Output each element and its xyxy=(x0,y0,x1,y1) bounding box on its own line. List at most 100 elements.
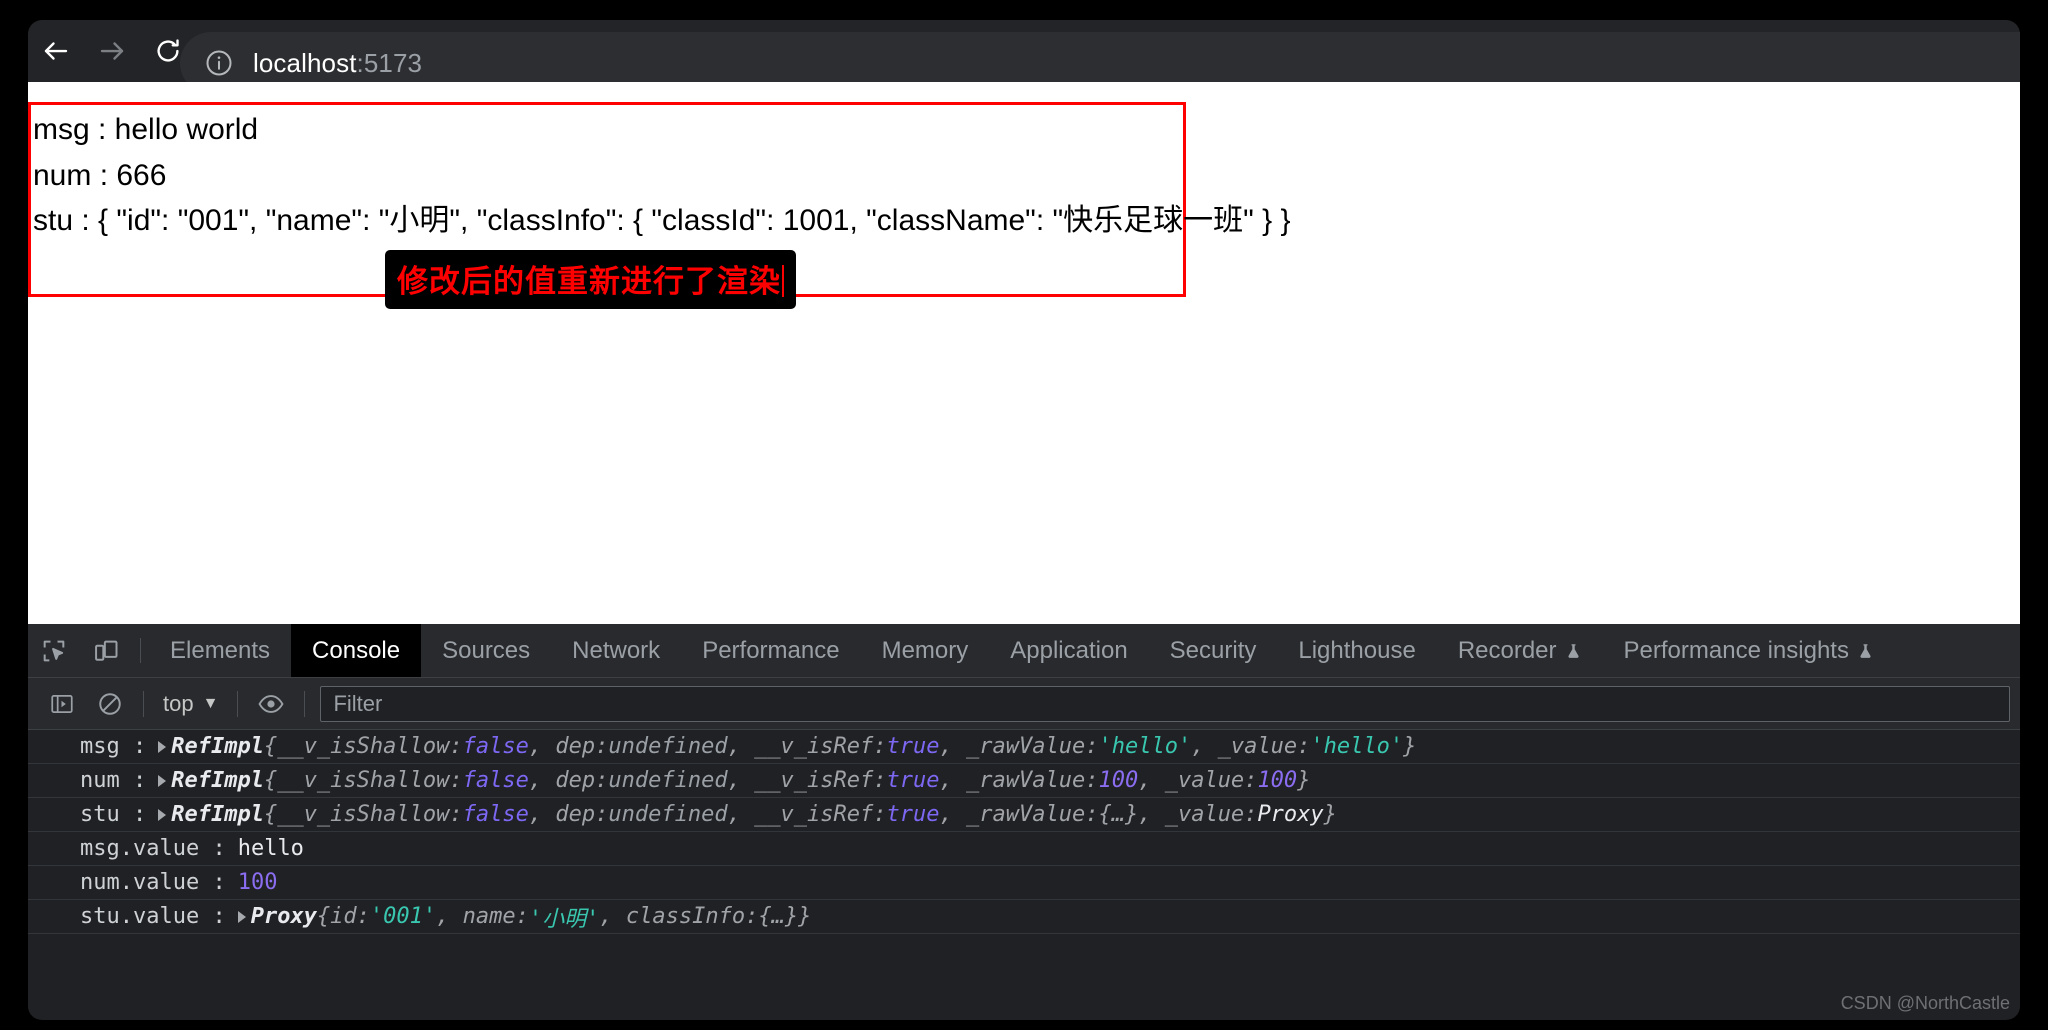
devtools-tab-list: Elements Console Sources Network Performance… xyxy=(149,624,2020,677)
console-toolbar-divider-3 xyxy=(304,690,306,717)
live-expression-button[interactable] xyxy=(247,678,295,730)
sidebar-toggle-icon xyxy=(51,694,73,713)
console-row-value: hello xyxy=(238,836,304,861)
tab-label: Console xyxy=(312,636,401,664)
console-row-label: stu.value : xyxy=(80,904,226,929)
console-toolbar: top ▼ xyxy=(28,678,2020,730)
watermark: CSDN @NorthCastle xyxy=(1840,993,2010,1013)
tab-console[interactable]: Console xyxy=(291,624,422,677)
value-token: } xyxy=(1297,768,1311,793)
console-toolbar-divider-2 xyxy=(237,690,239,717)
console-filter-input[interactable] xyxy=(320,685,2010,722)
tab-label: Memory xyxy=(881,636,969,664)
console-row-label: num : xyxy=(80,768,147,793)
tab-performance[interactable]: Performance xyxy=(681,624,860,677)
value-token: , dep: xyxy=(528,802,609,827)
back-button[interactable] xyxy=(28,23,84,79)
object-constructor-name: RefImpl xyxy=(171,768,264,793)
inspect-element-button[interactable] xyxy=(28,624,80,677)
disclosure-triangle-icon[interactable] xyxy=(158,740,167,753)
value-token: , dep: xyxy=(528,734,609,759)
console-row: stu.value : Proxy {id: '001', name: '小明',… xyxy=(28,900,2020,934)
value-token: 100 xyxy=(237,870,278,895)
tab-recorder[interactable]: Recorder xyxy=(1437,624,1603,677)
render-line-msg: msg : hello world xyxy=(33,113,259,146)
console-row-value: RefImpl {__v_isShallow: false, dep: unde… xyxy=(158,734,1416,759)
tab-lighthouse[interactable]: Lighthouse xyxy=(1277,624,1436,677)
value-token: {id: xyxy=(316,904,370,929)
tabbar-divider xyxy=(140,638,141,663)
value-token: , dep: xyxy=(528,768,609,793)
eye-icon xyxy=(258,694,284,713)
render-line-stu: stu : { "id": "001", "name": "小明", "clas… xyxy=(33,204,1291,237)
value-token: } xyxy=(798,904,812,929)
value-token: } xyxy=(1323,802,1337,827)
disclosure-triangle-icon[interactable] xyxy=(158,774,167,787)
object-constructor-name: RefImpl xyxy=(171,734,264,759)
console-row: num.value : 100 xyxy=(28,866,2020,900)
console-row: num : RefImpl {__v_isShallow: false, dep:… xyxy=(28,764,2020,798)
forward-button[interactable] xyxy=(84,23,140,79)
value-token: , __v_isRef: xyxy=(727,768,887,793)
address-bar-url: localhost:5173 xyxy=(253,48,422,79)
value-token: 'hello' xyxy=(1310,734,1404,759)
console-message-list: msg : RefImpl {__v_isShallow: false, dep:… xyxy=(28,730,2020,1019)
forward-arrow-icon xyxy=(100,42,124,60)
disclosure-triangle-icon[interactable] xyxy=(237,910,246,923)
value-token: {__v_isShallow: xyxy=(263,802,463,827)
tab-sources[interactable]: Sources xyxy=(421,624,551,677)
value-token: {__v_isShallow: xyxy=(263,734,463,759)
device-toolbar-button[interactable] xyxy=(80,624,132,677)
console-row-label: msg.value : xyxy=(80,836,226,861)
console-row: msg.value : hello xyxy=(28,832,2020,866)
tab-memory[interactable]: Memory xyxy=(861,624,990,677)
clear-console-icon xyxy=(99,692,121,715)
reload-icon xyxy=(157,39,179,62)
value-token: '001' xyxy=(369,904,437,929)
device-toolbar-icon xyxy=(95,640,118,661)
value-token: undefined xyxy=(608,734,728,759)
clear-console-button[interactable] xyxy=(86,678,134,730)
value-token: undefined xyxy=(608,768,728,793)
value-token: false xyxy=(462,734,529,759)
console-sidebar-toggle[interactable] xyxy=(38,678,86,730)
console-toolbar-divider-1 xyxy=(143,690,144,717)
tab-label: Performance xyxy=(702,636,840,664)
value-token: true xyxy=(886,734,940,759)
value-token: , _rawValue: xyxy=(939,734,1099,759)
page-viewport: msg : hello world num : 666 stu : { "id"… xyxy=(28,82,2020,624)
tab-application[interactable]: Application xyxy=(989,624,1148,677)
browser-toolbar: localhost:5173 xyxy=(28,20,2020,94)
tab-label: Application xyxy=(1010,636,1128,664)
annotation-caret xyxy=(782,265,784,297)
url-port: :5173 xyxy=(356,47,423,78)
tab-label: Recorder xyxy=(1457,636,1557,664)
tab-elements[interactable]: Elements xyxy=(149,624,291,677)
site-info-icon[interactable] xyxy=(202,46,236,80)
console-context-selector[interactable]: top ▼ xyxy=(153,691,228,717)
value-token: , classInfo: xyxy=(599,904,759,929)
console-row-value: RefImpl {__v_isShallow: false, dep: unde… xyxy=(158,802,1337,827)
value-token: {…} xyxy=(758,904,799,929)
console-row-value: Proxy {id: '001', name: '小明', classInfo:… xyxy=(237,901,812,933)
annotation-text: 修改后的值重新进行了渲染 xyxy=(397,264,781,300)
console-row-label: stu : xyxy=(80,802,147,827)
value-token: , _value: xyxy=(1138,768,1258,793)
value-token: , __v_isRef: xyxy=(727,734,887,759)
value-token: {…} xyxy=(1098,802,1139,827)
value-token: , _value: xyxy=(1138,802,1258,827)
console-row-label: msg : xyxy=(80,734,147,759)
tab-performance-insights[interactable]: Performance insights xyxy=(1603,624,1895,677)
tab-network[interactable]: Network xyxy=(551,624,681,677)
browser-window: localhost:5173 msg : hello world num : 6… xyxy=(28,8,2020,1020)
value-token: } xyxy=(1403,734,1417,759)
value-token: 100 xyxy=(1257,768,1298,793)
console-row: stu : RefImpl {__v_isShallow: false, dep:… xyxy=(28,798,2020,832)
object-constructor-name: Proxy xyxy=(250,904,317,929)
annotation-badge: 修改后的值重新进行了渲染 xyxy=(385,250,796,309)
url-host: localhost xyxy=(253,47,357,78)
disclosure-triangle-icon[interactable] xyxy=(158,808,167,821)
value-token: false xyxy=(462,768,529,793)
value-token: true xyxy=(886,802,940,827)
tab-security[interactable]: Security xyxy=(1149,624,1278,677)
